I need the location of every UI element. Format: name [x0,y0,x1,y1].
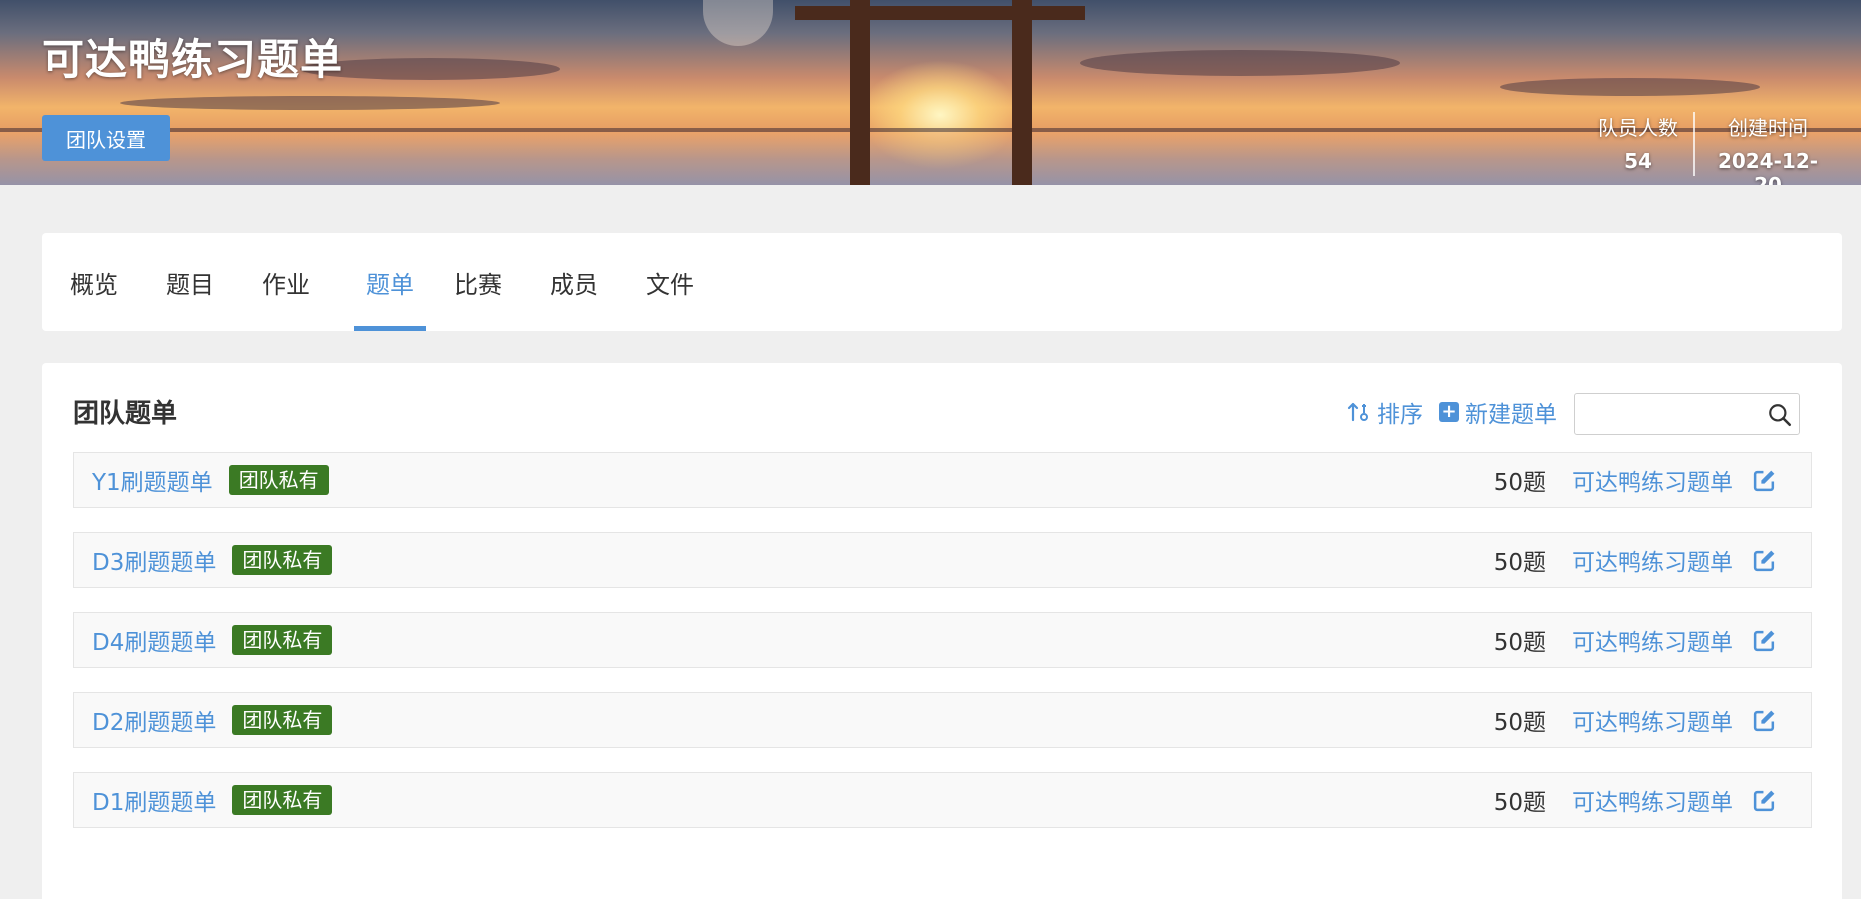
list-item: Y1刷题题单 团队私有 50题 可达鸭练习题单 [73,452,1812,508]
tab-members[interactable]: 成员 [546,233,602,331]
list-item: D3刷题题单 团队私有 50题 可达鸭练习题单 [73,532,1812,588]
private-badge: 团队私有 [232,785,333,815]
tab-overview[interactable]: 概览 [66,233,122,331]
tab-contests[interactable]: 比赛 [450,233,506,331]
banner-cloud [1500,78,1760,96]
stat-divider [1693,112,1695,176]
team-settings-button[interactable]: 团队设置 [42,115,170,161]
team-link[interactable]: 可达鸭练习题单 [1572,773,1733,827]
banner-cloud [120,96,500,110]
list-item: D2刷题题单 团队私有 50题 可达鸭练习题单 [73,692,1812,748]
problem-list-table: Y1刷题题单 团队私有 50题 可达鸭练习题单 D3刷题题单 团队私有 50题 … [73,452,1812,852]
team-title: 可达鸭练习题单 [42,35,344,84]
problem-lists-panel: 团队题单 排序 + 新建题单 Y1刷题题单 团队私有 50题 可达鸭练习题单 D… [42,363,1842,899]
private-badge: 团队私有 [228,465,329,495]
sort-icon [1347,402,1368,422]
problem-count: 50题 [1493,550,1546,576]
new-problem-list-button[interactable]: + 新建题单 [1439,395,1557,429]
list-item: D4刷题题单 团队私有 50题 可达鸭练习题单 [73,612,1812,668]
search-field [1574,393,1800,435]
tab-homework[interactable]: 作业 [258,233,314,331]
banner-water [0,132,1861,185]
tab-problem-lists[interactable]: 题单 [354,233,426,331]
sort-button[interactable]: 排序 [1347,395,1423,429]
created-date-value: 2024-12-20 [1717,149,1819,185]
problem-list-name-link[interactable]: D2刷题题单 [92,703,216,737]
problem-count: 50题 [1493,630,1546,656]
edit-icon[interactable] [1752,708,1777,733]
problem-count: 50题 [1493,710,1546,736]
banner-cloud [1080,50,1400,76]
plus-icon: + [1439,402,1459,422]
edit-icon[interactable] [1752,468,1777,493]
sort-label: 排序 [1377,402,1423,428]
edit-icon[interactable] [1752,788,1777,813]
tab-files[interactable]: 文件 [642,233,698,331]
problem-list-name-link[interactable]: D4刷题题单 [92,623,216,657]
section-title: 团队题单 [73,399,178,429]
list-item: D1刷题题单 团队私有 50题 可达鸭练习题单 [73,772,1812,828]
problem-list-name-link[interactable]: Y1刷题题单 [92,463,213,497]
member-count-value: 54 [1624,149,1652,173]
team-tabs: 概览 题目 作业 题单 比赛 成员 文件 [42,233,1842,331]
team-banner: 可达鸭练习题单 团队设置 队员人数 54 创建时间 2024-12-20 [0,0,1861,185]
team-link[interactable]: 可达鸭练习题单 [1572,613,1733,667]
new-problem-list-label: 新建题单 [1465,402,1557,428]
private-badge: 团队私有 [232,545,333,575]
search-icon[interactable] [1767,402,1793,428]
edit-icon[interactable] [1752,628,1777,653]
torii-right-pillar [1012,0,1032,185]
search-input[interactable] [1575,394,1755,434]
problem-count: 50题 [1493,470,1546,496]
team-link[interactable]: 可达鸭练习题单 [1572,533,1733,587]
tab-problems[interactable]: 题目 [162,233,218,331]
banner-moon [703,0,773,46]
problem-count: 50题 [1493,790,1546,816]
torii-top-beam [795,6,1085,20]
problem-list-name-link[interactable]: D3刷题题单 [92,543,216,577]
created-date-label: 创建时间 [1728,116,1808,140]
torii-left-pillar [850,0,870,185]
team-link[interactable]: 可达鸭练习题单 [1572,453,1733,507]
created-date-stat: 创建时间 2024-12-20 [1708,112,1828,185]
edit-icon[interactable] [1752,548,1777,573]
problem-list-name-link[interactable]: D1刷题题单 [92,783,216,817]
member-count-stat: 队员人数 54 [1588,112,1688,173]
member-count-label: 队员人数 [1598,116,1678,140]
private-badge: 团队私有 [232,625,333,655]
team-link[interactable]: 可达鸭练习题单 [1572,693,1733,747]
private-badge: 团队私有 [232,705,333,735]
